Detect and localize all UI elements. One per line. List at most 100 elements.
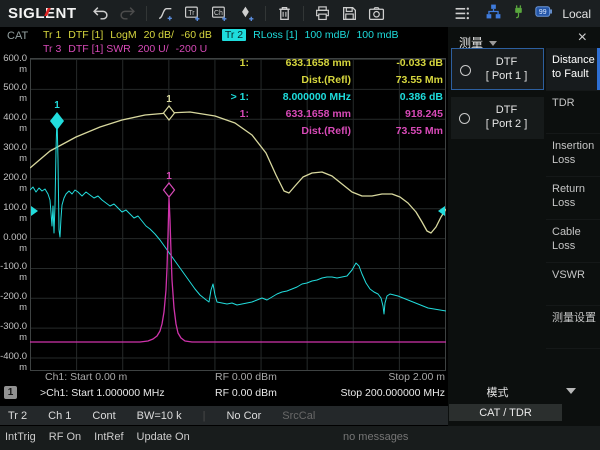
toolbar-separator: [265, 6, 266, 21]
toolbar-separator: [146, 6, 147, 21]
save-button[interactable]: [336, 2, 363, 25]
reference-level-triangle-icon[interactable]: [31, 206, 38, 216]
trace-param: -200 U: [176, 43, 208, 55]
trace-tr2-rloss: [30, 116, 446, 314]
readout-value: 1:: [209, 57, 249, 69]
trace-entry-tr-1[interactable]: Tr 1DTF [1]LogM20 dB/-60 dB: [43, 29, 212, 41]
readout-row: Dist.(Refl)73.55 Mm: [209, 71, 443, 88]
readout-value: -0.033 dB: [351, 57, 443, 69]
radio-icon: [460, 65, 471, 76]
status-item-no-cor: No Cor: [226, 410, 261, 422]
readout-value: 1:: [209, 108, 249, 120]
y-axis-label: 200.0 m: [0, 172, 27, 194]
trace-row-2: Tr 3DTF [1] SWR200 U/-200 U: [43, 43, 217, 55]
add-channel-button[interactable]: Ch: [206, 2, 233, 25]
triangle-down-icon: [566, 388, 576, 394]
trace-param: LogM: [110, 29, 136, 41]
trace-entry-tr-3[interactable]: Tr 3DTF [1] SWR200 U/-200 U: [43, 43, 207, 55]
readout-value: 918.245: [351, 108, 443, 120]
marker-label-tr1: 1: [166, 94, 172, 105]
trace-param: DTF [1]: [68, 29, 103, 41]
camera-icon: [368, 5, 385, 22]
status-item-bw-10-k: BW=10 k: [137, 410, 182, 422]
mode-label: CAT: [7, 30, 28, 42]
mode-dropdown[interactable]: 模式: [451, 384, 544, 400]
port-button-label: DTF[ Port 2 ]: [471, 103, 542, 131]
marker-diamond-tr3[interactable]: [164, 183, 175, 197]
channel-stop: Stop 2.00 m: [388, 371, 445, 383]
dtf-port-2-button[interactable]: DTF[ Port 2 ]: [451, 97, 544, 139]
menu-item-tdr[interactable]: TDR: [546, 91, 600, 134]
readout-row: 1:633.1658 mm-0.033 dB: [209, 54, 443, 71]
redo-icon: [119, 5, 136, 22]
trace-param: 100 mdB/: [305, 29, 350, 41]
sweep-add-icon: [157, 5, 174, 22]
trace-entry-tr-2[interactable]: Tr 2RLoss [1]100 mdB/100 mdB: [222, 29, 399, 41]
menu-item-vswr[interactable]: VSWR: [546, 263, 600, 306]
analyzer-screen: SIGLENT Tr Ch: [0, 0, 600, 450]
redo-button[interactable]: [114, 2, 141, 25]
reference-level-triangle-icon[interactable]: [438, 206, 445, 216]
menu-item-insertion-loss[interactable]: Insertion Loss: [546, 134, 600, 177]
add-trace-button[interactable]: Tr: [179, 2, 206, 25]
dtf-port-1-button[interactable]: DTF[ Port 1 ]: [451, 48, 544, 90]
menu-item-return-loss[interactable]: Return Loss: [546, 177, 600, 220]
channel-info-row-dtf: Ch1: Start 0.00 m RF 0.00 dBm Stop 2.00 …: [0, 371, 448, 386]
trace-tr3-dtf-swr: [30, 198, 446, 342]
brand-logo: SIGLENT: [8, 5, 77, 22]
mode-button-cat-tdr[interactable]: CAT / TDR: [449, 404, 562, 421]
status-item-tr-2: Tr 2: [8, 410, 27, 422]
readout-value: Dist.(Refl): [249, 74, 351, 86]
trace-label[interactable]: Tr 2: [222, 29, 246, 41]
y-axis-label: 600.0 m: [0, 53, 27, 75]
radio-icon: [459, 113, 470, 124]
usb-icon[interactable]: [511, 3, 526, 25]
channel-badge: 1: [4, 386, 17, 399]
menu-item-distance-to-fault[interactable]: Distance to Fault: [546, 48, 600, 91]
y-axis-label: -400.0 m: [0, 351, 27, 373]
menu-item-cable-loss[interactable]: Cable Loss: [546, 220, 600, 263]
local-label[interactable]: Local: [562, 7, 591, 21]
printer-icon: [314, 5, 331, 22]
lan-icon[interactable]: [485, 3, 502, 25]
bottom-bar: IntTrigRF OnIntRefUpdate On no messages: [0, 426, 600, 450]
marker-diamond-tr2[interactable]: [50, 112, 64, 130]
undo-button[interactable]: [87, 2, 114, 25]
readout-value: 73.55 Mm: [351, 74, 443, 86]
y-axis-label: -300.0 m: [0, 321, 27, 343]
readout-value: > 1:: [209, 91, 249, 103]
menu-button[interactable]: [449, 2, 476, 25]
marker-readout: 1:633.1658 mm-0.033 dBDist.(Refl)73.55 M…: [209, 54, 443, 139]
panel-close-button[interactable]: ×: [572, 28, 593, 48]
y-axis-label: -100.0 m: [0, 261, 27, 283]
menu-item-measure-settings[interactable]: 测量设置: [546, 306, 600, 349]
battery-icon[interactable]: 99: [535, 3, 553, 25]
side-panel: 测量 × DTF[ Port 1 ]DTF[ Port 2 ] Distance…: [448, 27, 600, 426]
channel-start: >Ch1: Start 1.000000 MHz: [40, 387, 165, 399]
add-marker-button[interactable]: [233, 2, 260, 25]
delete-button[interactable]: [271, 2, 298, 25]
chevron-down-icon: [489, 41, 497, 46]
y-axis-label: 300.0 m: [0, 142, 27, 164]
svg-text:Ch: Ch: [214, 10, 223, 17]
trace-label[interactable]: Tr 1: [43, 29, 61, 41]
trace-param: 200 U/: [138, 43, 169, 55]
trace-label[interactable]: Tr 3: [43, 43, 61, 55]
print-button[interactable]: [309, 2, 336, 25]
mode-dropdown-label: 模式: [487, 387, 509, 399]
add-trace-icon: Tr: [184, 5, 201, 22]
bottom-bar-items: IntTrigRF OnIntRefUpdate On: [5, 431, 190, 443]
sweep-add-button[interactable]: [152, 2, 179, 25]
screenshot-button[interactable]: [363, 2, 390, 25]
marker-diamond-tr1[interactable]: [164, 106, 175, 120]
readout-value: 8.000000 MHz: [249, 91, 351, 103]
close-icon: ×: [578, 29, 587, 46]
bottom-item-update-on: Update On: [137, 431, 190, 443]
channel-rf-power: RF 0.00 dBm: [215, 371, 277, 383]
trash-icon: [276, 5, 293, 22]
readout-row: Dist.(Refl)73.55 Mm: [209, 122, 443, 139]
toolbar-separator: [303, 6, 304, 21]
channel-rf-power: RF 0.00 dBm: [215, 387, 277, 399]
y-axis-label: 400.0 m: [0, 112, 27, 134]
marker-label-tr3: 1: [166, 171, 172, 182]
